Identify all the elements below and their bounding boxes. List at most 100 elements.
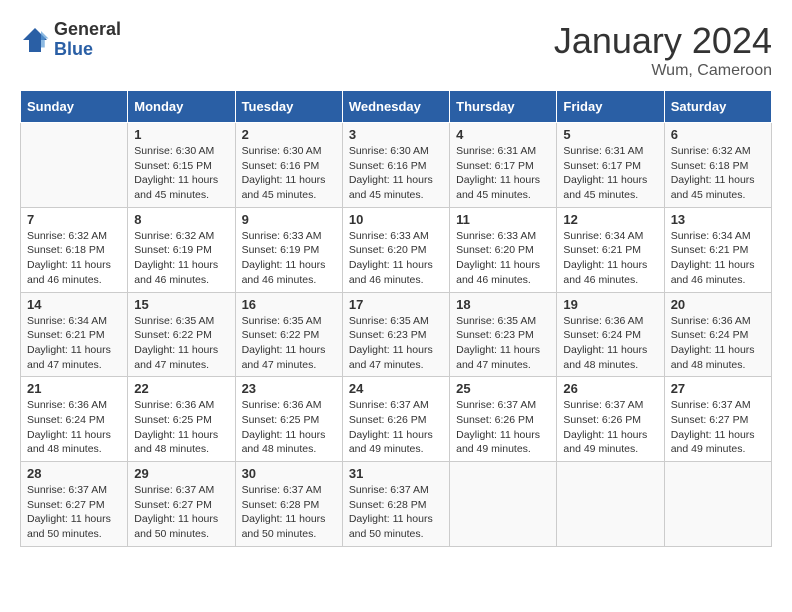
day-number: 26 xyxy=(563,381,657,396)
header-cell-friday: Friday xyxy=(557,91,664,123)
day-number: 24 xyxy=(349,381,443,396)
day-info: Sunrise: 6:32 AM Sunset: 6:18 PM Dayligh… xyxy=(671,144,765,203)
day-info: Sunrise: 6:33 AM Sunset: 6:19 PM Dayligh… xyxy=(242,229,336,288)
day-info: Sunrise: 6:36 AM Sunset: 6:25 PM Dayligh… xyxy=(242,398,336,457)
logo-icon xyxy=(20,25,50,55)
day-info: Sunrise: 6:31 AM Sunset: 6:17 PM Dayligh… xyxy=(456,144,550,203)
day-info: Sunrise: 6:37 AM Sunset: 6:26 PM Dayligh… xyxy=(349,398,443,457)
day-number: 30 xyxy=(242,466,336,481)
header-row: SundayMondayTuesdayWednesdayThursdayFrid… xyxy=(21,91,772,123)
day-info: Sunrise: 6:36 AM Sunset: 6:24 PM Dayligh… xyxy=(563,314,657,373)
calendar-cell: 10Sunrise: 6:33 AM Sunset: 6:20 PM Dayli… xyxy=(342,207,449,292)
day-info: Sunrise: 6:37 AM Sunset: 6:27 PM Dayligh… xyxy=(134,483,228,542)
calendar-cell: 21 Sunrise: 6:36 AM Sunset: 6:24 PM Dayli… xyxy=(21,377,128,462)
header-cell-sunday: Sunday xyxy=(21,91,128,123)
day-number: 11 xyxy=(456,212,550,227)
day-number: 3 xyxy=(349,127,443,142)
day-info: Sunrise: 6:30 AM Sunset: 6:16 PM Dayligh… xyxy=(242,144,336,203)
week-row-5: 28 Sunrise: 6:37 AM Sunset: 6:27 PM Dayli… xyxy=(21,462,772,547)
day-info: Sunrise: 6:37 AM Sunset: 6:27 PM Dayligh… xyxy=(27,483,121,542)
calendar-cell: 13Sunrise: 6:34 AM Sunset: 6:21 PM Dayli… xyxy=(664,207,771,292)
day-number: 23 xyxy=(242,381,336,396)
day-number: 27 xyxy=(671,381,765,396)
calendar-cell: 4 Sunrise: 6:31 AM Sunset: 6:17 PM Daylig… xyxy=(450,123,557,208)
week-row-1: 1 Sunrise: 6:30 AM Sunset: 6:15 PM Daylig… xyxy=(21,123,772,208)
logo-text: General Blue xyxy=(54,20,121,60)
calendar-cell: 23 Sunrise: 6:36 AM Sunset: 6:25 PM Dayli… xyxy=(235,377,342,462)
calendar-cell xyxy=(664,462,771,547)
header-cell-tuesday: Tuesday xyxy=(235,91,342,123)
calendar-cell: 26 Sunrise: 6:37 AM Sunset: 6:26 PM Dayli… xyxy=(557,377,664,462)
calendar-cell: 1 Sunrise: 6:30 AM Sunset: 6:15 PM Daylig… xyxy=(128,123,235,208)
day-number: 25 xyxy=(456,381,550,396)
day-number: 21 xyxy=(27,381,121,396)
day-info: Sunrise: 6:37 AM Sunset: 6:26 PM Dayligh… xyxy=(563,398,657,457)
header-cell-wednesday: Wednesday xyxy=(342,91,449,123)
page-header: General Blue January 2024 Wum, Cameroon xyxy=(20,20,772,80)
day-info: Sunrise: 6:34 AM Sunset: 6:21 PM Dayligh… xyxy=(27,314,121,373)
calendar-cell: 20 Sunrise: 6:36 AM Sunset: 6:24 PM Dayli… xyxy=(664,292,771,377)
logo-general: General xyxy=(54,20,121,40)
calendar-cell: 25Sunrise: 6:37 AM Sunset: 6:26 PM Dayli… xyxy=(450,377,557,462)
day-info: Sunrise: 6:32 AM Sunset: 6:19 PM Dayligh… xyxy=(134,229,228,288)
day-number: 31 xyxy=(349,466,443,481)
day-info: Sunrise: 6:35 AM Sunset: 6:23 PM Dayligh… xyxy=(349,314,443,373)
calendar-cell: 2Sunrise: 6:30 AM Sunset: 6:16 PM Daylig… xyxy=(235,123,342,208)
calendar-cell: 17 Sunrise: 6:35 AM Sunset: 6:23 PM Dayli… xyxy=(342,292,449,377)
logo: General Blue xyxy=(20,20,121,60)
day-number: 15 xyxy=(134,297,228,312)
day-number: 28 xyxy=(27,466,121,481)
day-number: 17 xyxy=(349,297,443,312)
day-info: Sunrise: 6:35 AM Sunset: 6:22 PM Dayligh… xyxy=(134,314,228,373)
day-number: 22 xyxy=(134,381,228,396)
day-info: Sunrise: 6:30 AM Sunset: 6:15 PM Dayligh… xyxy=(134,144,228,203)
day-info: Sunrise: 6:35 AM Sunset: 6:22 PM Dayligh… xyxy=(242,314,336,373)
day-info: Sunrise: 6:30 AM Sunset: 6:16 PM Dayligh… xyxy=(349,144,443,203)
day-number: 16 xyxy=(242,297,336,312)
day-number: 20 xyxy=(671,297,765,312)
calendar-cell xyxy=(450,462,557,547)
calendar-cell: 18 Sunrise: 6:35 AM Sunset: 6:23 PM Dayli… xyxy=(450,292,557,377)
day-number: 6 xyxy=(671,127,765,142)
calendar-cell: 15 Sunrise: 6:35 AM Sunset: 6:22 PM Dayli… xyxy=(128,292,235,377)
day-number: 19 xyxy=(563,297,657,312)
calendar-cell: 16 Sunrise: 6:35 AM Sunset: 6:22 PM Dayli… xyxy=(235,292,342,377)
day-info: Sunrise: 6:37 AM Sunset: 6:27 PM Dayligh… xyxy=(671,398,765,457)
day-number: 18 xyxy=(456,297,550,312)
day-info: Sunrise: 6:37 AM Sunset: 6:28 PM Dayligh… xyxy=(242,483,336,542)
day-number: 5 xyxy=(563,127,657,142)
header-cell-saturday: Saturday xyxy=(664,91,771,123)
calendar-cell: 19 Sunrise: 6:36 AM Sunset: 6:24 PM Dayli… xyxy=(557,292,664,377)
day-number: 12 xyxy=(563,212,657,227)
location: Wum, Cameroon xyxy=(554,62,772,80)
title-area: January 2024 Wum, Cameroon xyxy=(554,20,772,80)
week-row-4: 21 Sunrise: 6:36 AM Sunset: 6:24 PM Dayli… xyxy=(21,377,772,462)
day-number: 13 xyxy=(671,212,765,227)
day-number: 4 xyxy=(456,127,550,142)
calendar-cell: 5 Sunrise: 6:31 AM Sunset: 6:17 PM Daylig… xyxy=(557,123,664,208)
week-row-2: 7 Sunrise: 6:32 AM Sunset: 6:18 PM Daylig… xyxy=(21,207,772,292)
logo-blue: Blue xyxy=(54,40,121,60)
day-info: Sunrise: 6:36 AM Sunset: 6:25 PM Dayligh… xyxy=(134,398,228,457)
day-info: Sunrise: 6:36 AM Sunset: 6:24 PM Dayligh… xyxy=(27,398,121,457)
day-info: Sunrise: 6:37 AM Sunset: 6:28 PM Dayligh… xyxy=(349,483,443,542)
day-info: Sunrise: 6:31 AM Sunset: 6:17 PM Dayligh… xyxy=(563,144,657,203)
day-info: Sunrise: 6:33 AM Sunset: 6:20 PM Dayligh… xyxy=(349,229,443,288)
calendar-cell: 3 Sunrise: 6:30 AM Sunset: 6:16 PM Daylig… xyxy=(342,123,449,208)
day-number: 7 xyxy=(27,212,121,227)
calendar-cell: 30 Sunrise: 6:37 AM Sunset: 6:28 PM Dayli… xyxy=(235,462,342,547)
day-number: 1 xyxy=(134,127,228,142)
day-info: Sunrise: 6:34 AM Sunset: 6:21 PM Dayligh… xyxy=(563,229,657,288)
calendar-cell: 12 Sunrise: 6:34 AM Sunset: 6:21 PM Dayli… xyxy=(557,207,664,292)
calendar-cell: 24 Sunrise: 6:37 AM Sunset: 6:26 PM Dayli… xyxy=(342,377,449,462)
day-info: Sunrise: 6:36 AM Sunset: 6:24 PM Dayligh… xyxy=(671,314,765,373)
day-info: Sunrise: 6:32 AM Sunset: 6:18 PM Dayligh… xyxy=(27,229,121,288)
month-title: January 2024 xyxy=(554,20,772,62)
calendar-cell: 7 Sunrise: 6:32 AM Sunset: 6:18 PM Daylig… xyxy=(21,207,128,292)
calendar-cell xyxy=(21,123,128,208)
day-number: 14 xyxy=(27,297,121,312)
calendar-cell xyxy=(557,462,664,547)
day-number: 8 xyxy=(134,212,228,227)
day-info: Sunrise: 6:35 AM Sunset: 6:23 PM Dayligh… xyxy=(456,314,550,373)
calendar-cell: 9Sunrise: 6:33 AM Sunset: 6:19 PM Daylig… xyxy=(235,207,342,292)
